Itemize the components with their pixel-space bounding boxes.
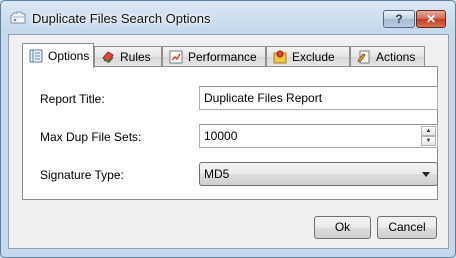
app-icon: [10, 11, 26, 24]
title-bar[interactable]: Duplicate Files Search Options ? ✕: [1, 1, 455, 35]
dialog-window: Duplicate Files Search Options ? ✕ Optio…: [0, 0, 456, 258]
actions-icon: [357, 50, 371, 64]
ok-button[interactable]: Ok: [314, 216, 371, 239]
spin-up-button[interactable]: ▲: [421, 126, 436, 136]
tab-actions-label: Actions: [376, 50, 416, 64]
tab-options[interactable]: Options: [22, 43, 94, 68]
tab-rules[interactable]: Rules: [94, 46, 162, 67]
performance-icon: [169, 50, 183, 64]
options-panel: Report Title: Duplicate Files Report Max…: [22, 66, 438, 200]
tab-performance[interactable]: Performance: [162, 46, 266, 67]
tab-rules-label: Rules: [120, 50, 151, 64]
tab-exclude-label: Exclude: [292, 50, 335, 64]
chevron-down-icon: [422, 172, 430, 177]
spin-down-button[interactable]: ▼: [421, 136, 436, 146]
signature-type-select[interactable]: MD5: [199, 162, 438, 186]
close-button[interactable]: ✕: [416, 10, 446, 28]
exclude-icon: [273, 50, 287, 64]
report-title-label: Report Title:: [40, 92, 105, 106]
max-dup-file-sets-stepper[interactable]: 10000 ▲ ▼: [199, 124, 438, 148]
dialog-body: Options Rules Performance Exclude Action…: [8, 34, 449, 249]
tab-actions[interactable]: Actions: [350, 46, 425, 67]
tab-performance-label: Performance: [188, 50, 257, 64]
signature-type-value: MD5: [204, 167, 230, 181]
cancel-button[interactable]: Cancel: [377, 216, 437, 239]
max-dup-file-sets-label: Max Dup File Sets:: [40, 130, 142, 144]
rules-icon: [101, 50, 115, 64]
signature-type-label: Signature Type:: [40, 168, 124, 182]
tab-options-label: Options: [48, 49, 90, 63]
tab-exclude[interactable]: Exclude: [266, 46, 350, 67]
options-icon: [29, 49, 43, 63]
max-dup-file-sets-value: 10000: [204, 129, 238, 143]
report-title-input[interactable]: Duplicate Files Report: [199, 86, 438, 110]
help-button[interactable]: ?: [383, 10, 415, 28]
window-title: Duplicate Files Search Options: [32, 11, 211, 26]
